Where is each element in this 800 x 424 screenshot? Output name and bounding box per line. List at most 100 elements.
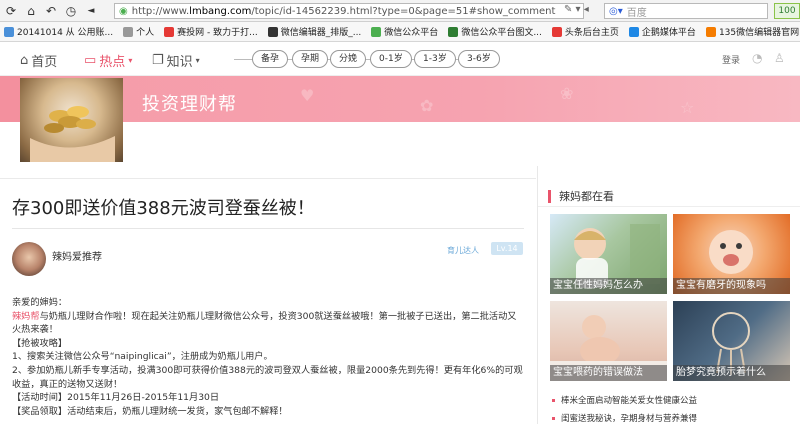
ghost-flower-icon: ❀	[560, 84, 574, 103]
heading-accent-bar	[548, 189, 551, 203]
bookmark-label: 微信公众平台	[384, 28, 439, 38]
browser-toolbar: ⟳ ⌂ ↶ ◷ ◄ ◉ http://www. lmbang.com/topic/…	[0, 0, 800, 22]
age-pill-3-6[interactable]: 3-6岁	[458, 50, 500, 68]
age-pill-pregnancy[interactable]: 孕期	[292, 50, 329, 68]
search-engine-icon[interactable]: ◎▾	[609, 6, 623, 17]
address-bar[interactable]: ◉ http://www. lmbang.com/topic/id-1456223…	[114, 3, 584, 19]
step-2: 2、参加奶瓶儿新手专享活动，投满300即可获得价值388元的波司登双人蚕丝被，限…	[12, 364, 523, 390]
intro-text: 与奶瓶儿理财合作啦！现在起关注奶瓶儿理财微信公众号，投资300就送蚕丝被哦！第一…	[12, 310, 517, 336]
bookmarks-bar: 20141014 从 公用账... 个人 赛投网 - 致力于打... 微信编辑器_排版…	[0, 22, 800, 42]
bookmark-favicon-icon	[628, 26, 639, 37]
bookmark-item[interactable]: 微信编辑器_排版_...	[267, 25, 362, 38]
bookmark-favicon-icon	[123, 26, 134, 37]
bookmark-label: 个人	[136, 28, 155, 38]
ghost-bottle-icon: ♥	[300, 86, 315, 105]
bookmark-favicon-icon	[448, 26, 459, 37]
avatar[interactable]	[12, 242, 46, 276]
bookmark-favicon-icon	[551, 26, 562, 37]
bullet-icon	[552, 417, 555, 420]
prize-info: 【奖品领取】活动结束后，奶瓶儿理财统一发货，家气包邮不解释！	[12, 405, 288, 417]
bookmark-item[interactable]: 头条后台主页	[551, 25, 619, 38]
intro-paragraph: 辣妈帮与奶瓶儿理财合作啦！现在起关注奶瓶儿理财微信公众号，投资300就送蚕丝被哦…	[12, 310, 524, 337]
login-link[interactable]: 登录	[722, 53, 740, 66]
nav-home-label: 首页	[31, 55, 58, 70]
bookmark-label: 微信公众平台图文...	[461, 28, 542, 38]
tile-card[interactable]: 宝宝任性妈妈怎么办	[550, 214, 667, 294]
activity-time: 【活动时间】2015年11月26日-2015年11月30日	[12, 392, 220, 404]
bookmark-label: 微信编辑器_排版_...	[280, 28, 362, 38]
chevron-down-icon: ▾	[128, 56, 133, 65]
step-1: 1、搜索关注微信公众号“naipinglicai”，注册成为奶瓶儿用户。	[12, 351, 273, 363]
sidebar-link-text: 闺蜜送我秘诀，孕期身材与营养兼得	[561, 414, 698, 424]
article-top-divider	[0, 178, 536, 179]
url-host: lmbang.com	[189, 5, 252, 17]
refresh-icon[interactable]: ⟳	[4, 4, 18, 18]
article: 存300即送价值388元波司登蚕丝被！ 辣妈爱推荐 育儿达人 Lv.14 亲爱的…	[0, 166, 536, 424]
age-pill-prepare[interactable]: 备孕	[252, 50, 289, 68]
bookmark-item[interactable]: 微信公众平台图文...	[448, 25, 542, 38]
url-prefix: http://www.	[131, 5, 190, 17]
greeting: 亲爱的婶妈：	[12, 297, 68, 308]
user-badge-label: 育儿达人	[447, 246, 479, 255]
qq-icon[interactable]: ♙	[774, 51, 785, 65]
banner-edge	[0, 76, 20, 122]
tile-card[interactable]: 宝宝喂药的错误做法	[550, 301, 667, 381]
sidebar: 辣妈都在看 宝宝任性妈妈怎么办 宝宝有磨牙的现象吗 宝宝喂药的错误做法 胎梦究竟…	[537, 166, 800, 424]
download-badge[interactable]: 100	[774, 3, 800, 19]
bookmark-item[interactable]: 135微信编辑器官网...	[705, 25, 800, 38]
nav-hot[interactable]: ▭ 热点 ▾	[84, 51, 132, 70]
chat-bubble-icon: ▭	[84, 53, 97, 68]
age-pill-0-1[interactable]: 0-1岁	[370, 50, 412, 68]
ghost-heart-icon: ✿	[420, 96, 434, 115]
bookmark-item[interactable]: 20141014 从 公用账...	[4, 25, 113, 38]
weibo-icon[interactable]: ◔	[752, 51, 762, 65]
secure-shield-icon: ◉	[119, 5, 128, 17]
new-tab-icon[interactable]: ◄	[84, 4, 98, 18]
bookmark-item[interactable]: 企鹅媒体平台	[628, 25, 696, 38]
ghost-star-icon: ☆	[680, 98, 695, 117]
bookmark-label: 135微信编辑器官网...	[718, 28, 800, 38]
age-pill-birth[interactable]: 分娩	[330, 50, 367, 68]
intro-highlight-link[interactable]: 辣妈帮	[12, 311, 40, 322]
tile-caption: 宝宝喂药的错误做法	[550, 365, 667, 381]
sidebar-link[interactable]: 闺蜜送我秘诀，孕期身材与营养兼得	[552, 412, 697, 424]
tile-card[interactable]: 胎梦究竟预示着什么	[673, 301, 790, 381]
banner-coins-photo	[20, 78, 123, 162]
sidebar-heading: 辣妈都在看	[548, 188, 614, 204]
book-icon: ❐	[152, 53, 164, 68]
bookmark-item[interactable]: 赛投网 - 致力于打...	[164, 25, 258, 38]
bookmark-favicon-icon	[371, 26, 382, 37]
bookmark-item[interactable]: 微信公众平台	[371, 25, 438, 38]
home-icon: ⌂	[20, 53, 29, 68]
article-body: 亲爱的婶妈： 辣妈帮与奶瓶儿理财合作啦！现在起关注奶瓶儿理财微信公众号，投资30…	[12, 296, 524, 418]
home-icon[interactable]: ⌂	[24, 4, 38, 18]
bullet-icon	[552, 399, 555, 402]
author-name[interactable]: 辣妈爱推荐	[52, 248, 102, 263]
sidebar-link-text: 棒米全面启动智能关爱女性健康公益	[561, 396, 698, 406]
banner-title: 投资理财帮	[142, 94, 237, 115]
level-badge: Lv.14	[491, 242, 523, 255]
bookmark-favicon-icon	[4, 26, 14, 37]
nav-hot-label: 热点	[99, 55, 126, 70]
tile-card[interactable]: 宝宝有磨牙的现象吗	[673, 214, 790, 294]
chevron-down-icon: ▾	[195, 56, 200, 65]
search-input[interactable]: ◎▾ 百度	[604, 3, 768, 19]
history-icon[interactable]: ◷	[64, 4, 78, 18]
nav-knowledge[interactable]: ❐ 知识 ▾	[152, 51, 200, 70]
bookmark-item[interactable]: 个人	[123, 25, 154, 38]
sidebar-divider	[538, 206, 800, 207]
tile-caption: 宝宝有磨牙的现象吗	[673, 278, 790, 294]
bookmark-label: 20141014 从 公用账...	[17, 28, 114, 38]
search-placeholder: 百度	[626, 7, 647, 19]
back-icon[interactable]: ↶	[44, 4, 58, 18]
url-tools-icon[interactable]: ✎ ▾ ◂	[564, 4, 589, 15]
url-path: /topic/id-14562239.html?type=0&page=51#s…	[251, 5, 556, 17]
bookmark-label: 赛投网 - 致力于打...	[177, 28, 258, 38]
age-pill-1-3[interactable]: 1-3岁	[414, 50, 456, 68]
article-title: 存300即送价值388元波司登蚕丝被！	[12, 198, 315, 219]
nav-knowledge-label: 知识	[166, 55, 193, 70]
sidebar-link[interactable]: 棒米全面启动智能关爱女性健康公益	[552, 394, 697, 406]
tile-caption: 胎梦究竟预示着什么	[673, 365, 790, 381]
nav-home[interactable]: ⌂ 首页	[20, 51, 57, 70]
tile-caption: 宝宝任性妈妈怎么办	[550, 278, 667, 294]
